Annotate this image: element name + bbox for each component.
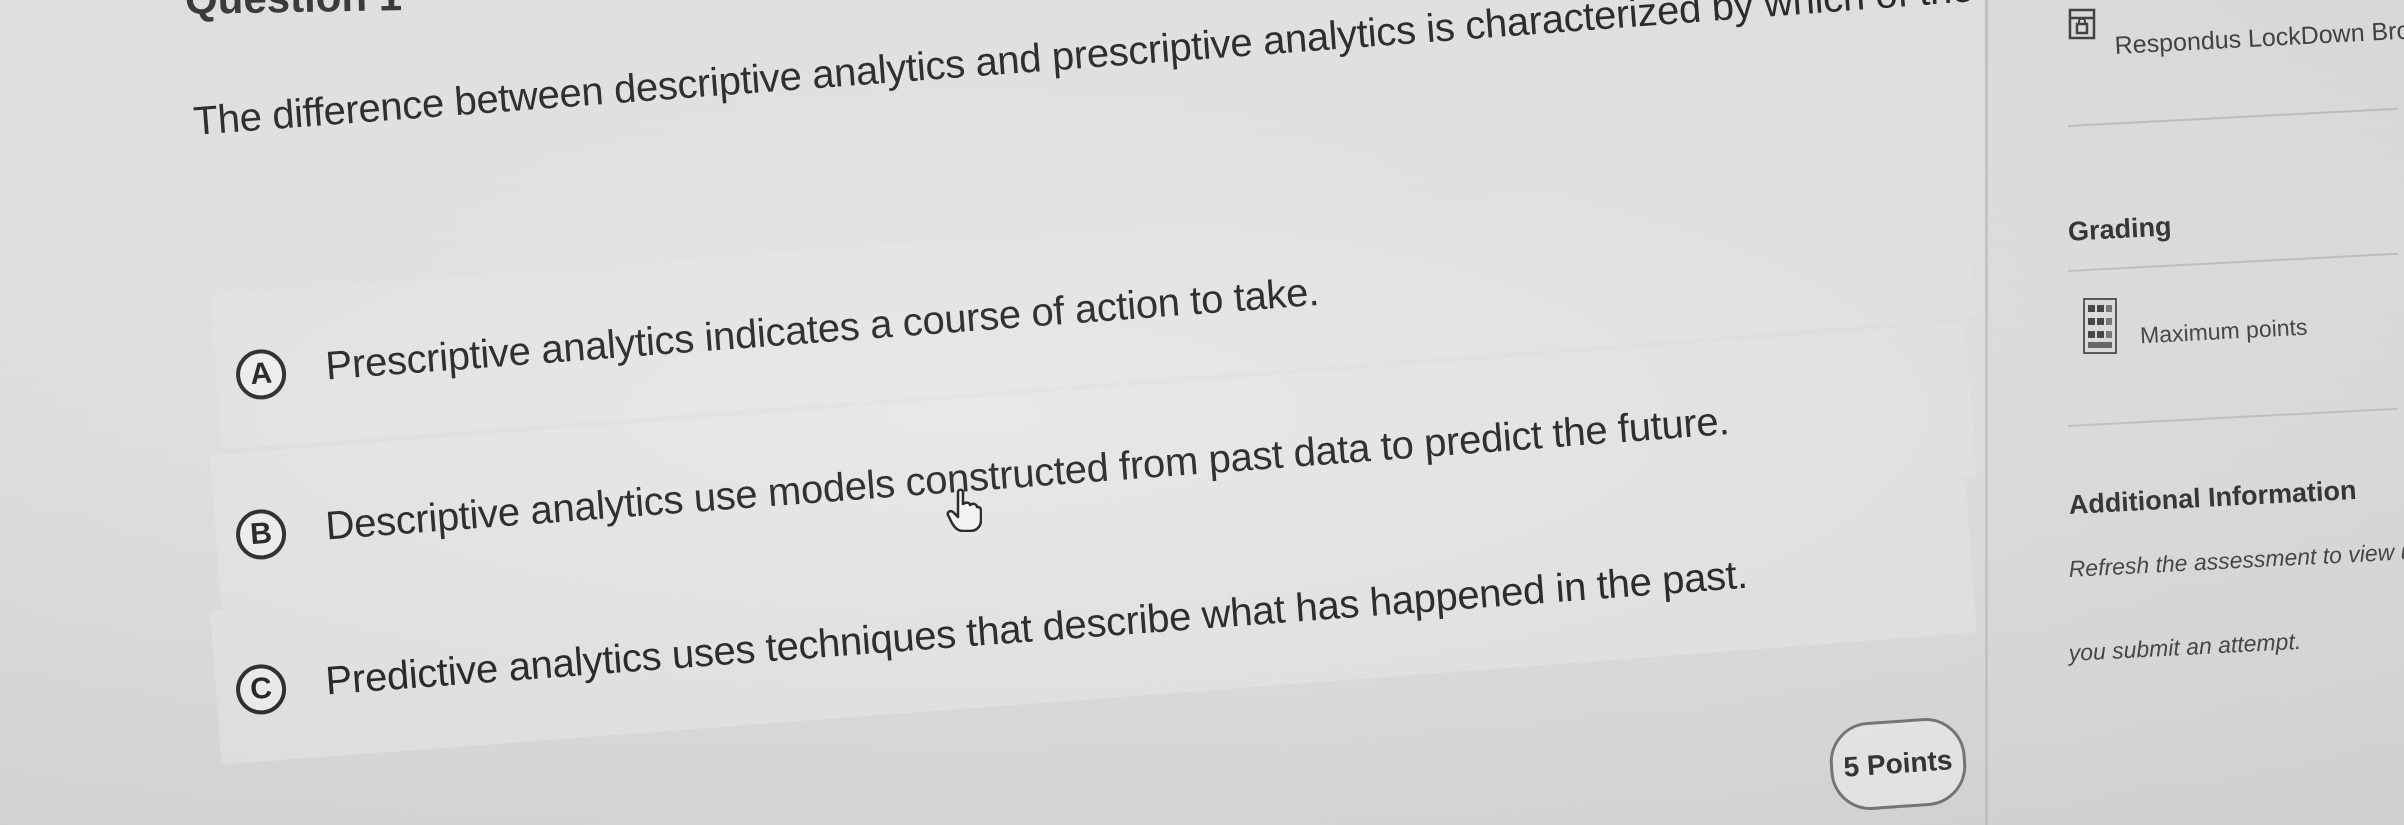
option-letter: A — [234, 347, 288, 402]
points-badge: 5 Points — [1827, 715, 1969, 813]
grid-icon — [2083, 298, 2117, 354]
question-panel: Question 1 The difference between descri… — [0, 0, 2160, 825]
additional-info-text: you submit an attempt. — [2068, 627, 2302, 666]
browser-label: Respondus LockDown Browse — [2114, 14, 2404, 60]
max-points-label: Maximum points — [2139, 313, 2308, 349]
question-text: The difference between descriptive analy… — [192, 0, 2161, 144]
additional-info-title: Additional Information — [2068, 474, 2358, 520]
option-text: Prescriptive analytics indicates a cours… — [324, 269, 1321, 389]
stage: Question 1 The difference between descri… — [0, 0, 2404, 825]
additional-info-text: Refresh the assessment to view upd — [2068, 536, 2404, 582]
side-panel: Respondus LockDown Browse Grading Maximu… — [1985, 0, 2404, 825]
question-heading: Question 1 — [185, 0, 403, 24]
lock-icon — [2068, 8, 2096, 40]
grading-title: Grading — [2067, 211, 2173, 247]
divider — [2068, 107, 2398, 127]
option-letter: B — [234, 507, 288, 562]
divider — [2068, 407, 2398, 427]
hand-pointer-icon — [946, 488, 982, 532]
option-letter: C — [234, 662, 288, 717]
divider — [2068, 252, 2398, 272]
